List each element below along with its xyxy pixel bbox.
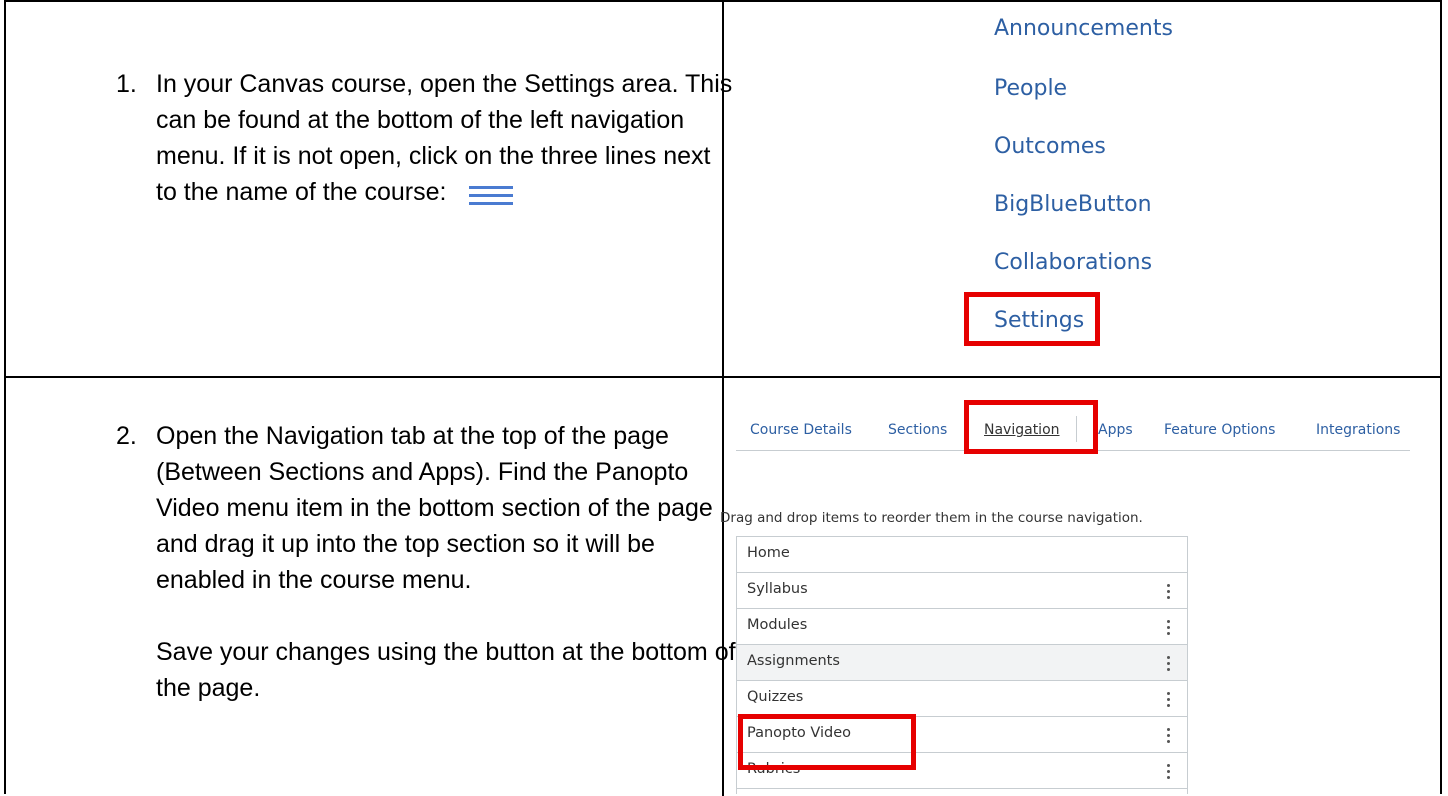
kebab-menu-icon[interactable]	[1167, 690, 1171, 708]
drag-drop-instructions: Drag and drop items to reorder them in t…	[720, 510, 1143, 526]
settings-highlight-box	[964, 292, 1100, 346]
kebab-menu-icon[interactable]	[1167, 762, 1171, 780]
nav-list-item-label: Modules	[747, 617, 808, 633]
tab-course-details[interactable]: Course Details	[750, 422, 852, 438]
tab-feature-options[interactable]: Feature Options	[1164, 422, 1275, 438]
nav-list-item-label: Home	[747, 545, 790, 561]
row-divider	[6, 376, 1440, 378]
nav-list-item-quizzes[interactable]: Quizzes	[737, 681, 1187, 717]
tab-sections[interactable]: Sections	[888, 422, 947, 438]
kebab-menu-icon[interactable]	[1167, 618, 1171, 636]
step-2-save-note: Save your changes using the button at th…	[156, 638, 736, 702]
kebab-menu-icon[interactable]	[1167, 582, 1171, 600]
tab-apps[interactable]: Apps	[1098, 422, 1133, 438]
step-number: 1.	[116, 70, 137, 98]
nav-list-item-modules[interactable]: Modules	[737, 609, 1187, 645]
nav-list-item-label: Syllabus	[747, 581, 808, 597]
kebab-menu-icon[interactable]	[1167, 654, 1171, 672]
course-nav-bigbluebutton[interactable]: BigBlueButton	[994, 192, 1152, 217]
tab-integrations[interactable]: Integrations	[1316, 422, 1400, 438]
nav-list-item-assignments[interactable]: Assignments	[737, 645, 1187, 681]
step-1-body: In your Canvas course, open the Settings…	[156, 70, 733, 206]
nav-list-item-syllabus[interactable]: Syllabus	[737, 573, 1187, 609]
navigation-tab-highlight-box	[964, 400, 1098, 454]
step-2-text: Open the Navigation tab at the top of th…	[156, 418, 736, 706]
course-nav-outcomes[interactable]: Outcomes	[994, 134, 1106, 159]
step-1-text: In your Canvas course, open the Settings…	[156, 66, 736, 210]
step-number: 2.	[116, 422, 137, 450]
nav-list-item-label: Assignments	[747, 653, 840, 669]
hamburger-menu-icon	[469, 186, 514, 206]
course-nav-collaborations[interactable]: Collaborations	[994, 250, 1152, 275]
nav-list-item-label: Quizzes	[747, 689, 804, 705]
course-nav-announcements[interactable]: Announcements	[994, 16, 1173, 41]
course-nav-people[interactable]: People	[994, 76, 1067, 101]
kebab-menu-icon[interactable]	[1167, 726, 1171, 744]
nav-list-item-home[interactable]: Home	[737, 537, 1187, 573]
step-2-body: Open the Navigation tab at the top of th…	[156, 422, 713, 594]
panopto-video-highlight-box	[738, 714, 916, 770]
